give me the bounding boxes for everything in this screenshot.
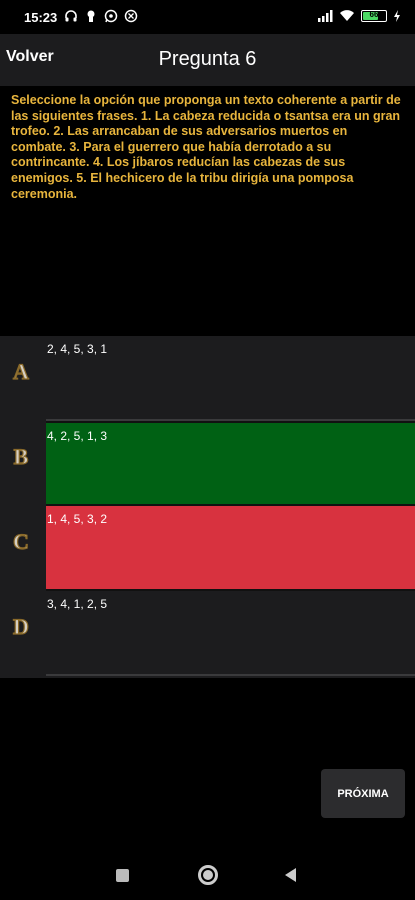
home-icon[interactable] (198, 865, 218, 885)
letter-d-icon: D (12, 613, 29, 639)
signal-icon (318, 10, 333, 22)
answer-box-a[interactable]: 2, 4, 5, 3, 1 (46, 336, 415, 421)
answer-letter-b: B (14, 444, 29, 469)
answer-letter-d: D (13, 614, 29, 639)
header: Volver Pregunta 6 (0, 34, 415, 86)
answer-letter-a: A (13, 359, 29, 384)
battery-level: 66 (369, 10, 379, 19)
battery-icon: 66 (361, 10, 387, 22)
answer-option-a[interactable]: A 2, 4, 5, 3, 1 (0, 336, 415, 421)
answer-box-d[interactable]: 3, 4, 1, 2, 5 (46, 591, 415, 676)
system-nav-bar (0, 850, 415, 900)
answer-text-a: 2, 4, 5, 3, 1 (47, 342, 108, 356)
charging-icon (394, 10, 400, 22)
whatsapp-icon (104, 9, 118, 23)
status-notification-icons (64, 9, 138, 23)
status-time: 15:23 (24, 10, 58, 25)
wifi-icon (340, 10, 354, 21)
answer-text-c: 1, 4, 5, 3, 2 (47, 512, 108, 526)
next-button[interactable]: PRÓXIMA (321, 769, 405, 818)
answer-option-c[interactable]: C 1, 4, 5, 3, 2 (0, 506, 415, 591)
answer-list: A 2, 4, 5, 3, 1 B 4, 2, 5, 1, 3 C 1, 4, … (0, 336, 415, 678)
answer-option-d[interactable]: D 3, 4, 1, 2, 5 (0, 591, 415, 676)
answer-letter-c: C (13, 529, 29, 554)
answer-text-b: 4, 2, 5, 1, 3 (47, 429, 108, 443)
answer-box-c[interactable]: 1, 4, 5, 3, 2 (46, 506, 415, 591)
answer-text-d: 3, 4, 1, 2, 5 (47, 597, 108, 611)
status-system-icons: 66 (317, 10, 401, 22)
recents-icon[interactable] (116, 869, 129, 882)
letter-a-icon: A (12, 358, 29, 384)
next-button-label: PRÓXIMA (337, 787, 389, 800)
answer-option-b[interactable]: B 4, 2, 5, 1, 3 (0, 421, 415, 506)
answer-box-b[interactable]: 4, 2, 5, 1, 3 (46, 421, 415, 506)
headphones-icon (65, 10, 77, 22)
question-text: Seleccione la opción que proponga un tex… (11, 93, 401, 201)
back-triangle-icon[interactable] (285, 868, 296, 882)
letter-c-icon: C (12, 528, 29, 554)
settings-icon (124, 9, 138, 23)
notification-icon (87, 10, 95, 22)
page-title: Pregunta 6 (158, 48, 257, 70)
letter-b-icon: B (13, 443, 29, 469)
status-bar: 15:23 66 (0, 0, 415, 34)
